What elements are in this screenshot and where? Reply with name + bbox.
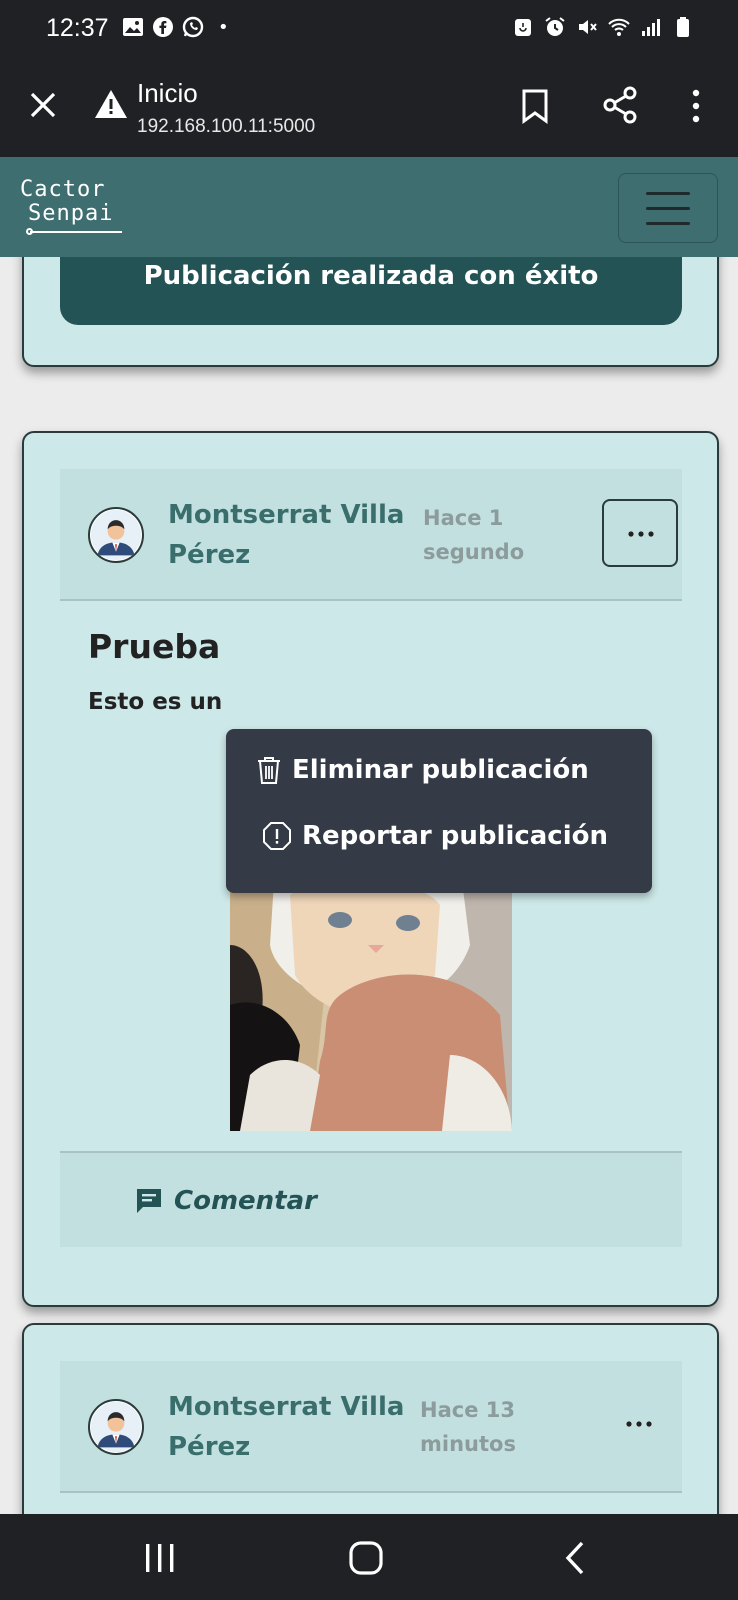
mute-icon xyxy=(579,20,597,34)
avatar[interactable] xyxy=(88,1399,144,1455)
battery-icon xyxy=(677,17,689,37)
system-navigation-bar xyxy=(0,1514,738,1600)
menu-item-label: Eliminar publicación xyxy=(292,755,589,785)
avatar[interactable] xyxy=(88,507,144,563)
post-body: Esto es un xyxy=(88,689,223,715)
user-avatar-icon xyxy=(90,509,142,561)
whatsapp-icon xyxy=(182,16,204,38)
menu-item-label: Reportar publicación xyxy=(302,821,609,851)
logo-line-1: Cactor xyxy=(20,177,106,202)
logo-line-2: Senpai xyxy=(28,201,114,226)
navbar-toggle-button[interactable] xyxy=(618,173,718,243)
wifi-icon xyxy=(608,18,630,36)
post-options-button[interactable] xyxy=(602,499,678,567)
comment-icon xyxy=(137,1189,161,1213)
site-navbar: Cactor Senpai xyxy=(0,157,738,257)
recent-apps-icon[interactable] xyxy=(140,1540,180,1576)
hamburger-icon-bar xyxy=(646,207,690,210)
user-avatar-icon xyxy=(90,1401,142,1453)
post-header: Montserrat Villa Pérez Hace 1 segundo xyxy=(60,469,682,601)
page-url[interactable]: 192.168.100.11:5000 xyxy=(137,116,315,138)
hamburger-icon xyxy=(646,192,690,195)
signal-icon xyxy=(642,19,660,36)
post-header: Montserrat Villa Pérez Hace 13 minutos xyxy=(60,1361,682,1493)
post-title: Prueba xyxy=(88,627,221,666)
alert-message: Publicación realizada con éxito xyxy=(143,261,599,291)
trash-icon xyxy=(258,757,280,784)
share-icon[interactable] xyxy=(602,86,638,124)
status-bar: 12:37 • xyxy=(0,0,738,60)
post-options-menu: Eliminar publicación Reportar publicació… xyxy=(226,729,652,893)
browser-toolbar: Inicio 192.168.100.11:5000 xyxy=(0,60,738,157)
warning-icon[interactable] xyxy=(94,88,128,120)
post-footer: Comentar xyxy=(60,1151,682,1247)
site-logo[interactable]: Cactor Senpai xyxy=(20,177,130,239)
alarm-icon xyxy=(545,17,565,36)
report-icon xyxy=(263,822,291,850)
bookmark-icon[interactable] xyxy=(520,88,550,124)
close-icon[interactable] xyxy=(28,90,58,120)
status-time: 12:37 xyxy=(46,14,109,42)
battery-saver-icon xyxy=(515,19,531,36)
post-author[interactable]: Montserrat Villa Pérez xyxy=(168,1387,408,1467)
facebook-icon xyxy=(153,17,173,37)
post-timestamp: Hace 13 minutos xyxy=(420,1398,516,1456)
hamburger-icon-bar xyxy=(646,222,690,225)
post-options-button[interactable] xyxy=(602,1391,678,1459)
gallery-icon xyxy=(123,18,143,36)
notification-dot: • xyxy=(218,16,229,38)
back-icon[interactable] xyxy=(556,1540,596,1576)
post-timestamp: Hace 1 segundo xyxy=(423,506,525,564)
post-author[interactable]: Montserrat Villa Pérez xyxy=(168,495,408,575)
post-card: Montserrat Villa Pérez Hace 13 minutos xyxy=(22,1323,719,1514)
more-horiz-icon xyxy=(626,1421,652,1427)
page-title[interactable]: Inicio xyxy=(137,78,198,109)
home-icon[interactable] xyxy=(346,1540,386,1576)
comment-button[interactable]: Comentar xyxy=(134,1181,317,1221)
logo-circuit-line xyxy=(30,231,122,233)
comment-label: Comentar xyxy=(174,1186,317,1216)
more-vert-icon[interactable] xyxy=(688,88,704,124)
web-page: Cactor Senpai Publicación realizada con … xyxy=(0,157,738,1514)
menu-item-delete-post[interactable]: Eliminar publicación xyxy=(256,755,589,785)
more-horiz-icon xyxy=(628,531,654,537)
menu-item-report-post[interactable]: Reportar publicación xyxy=(262,821,608,851)
